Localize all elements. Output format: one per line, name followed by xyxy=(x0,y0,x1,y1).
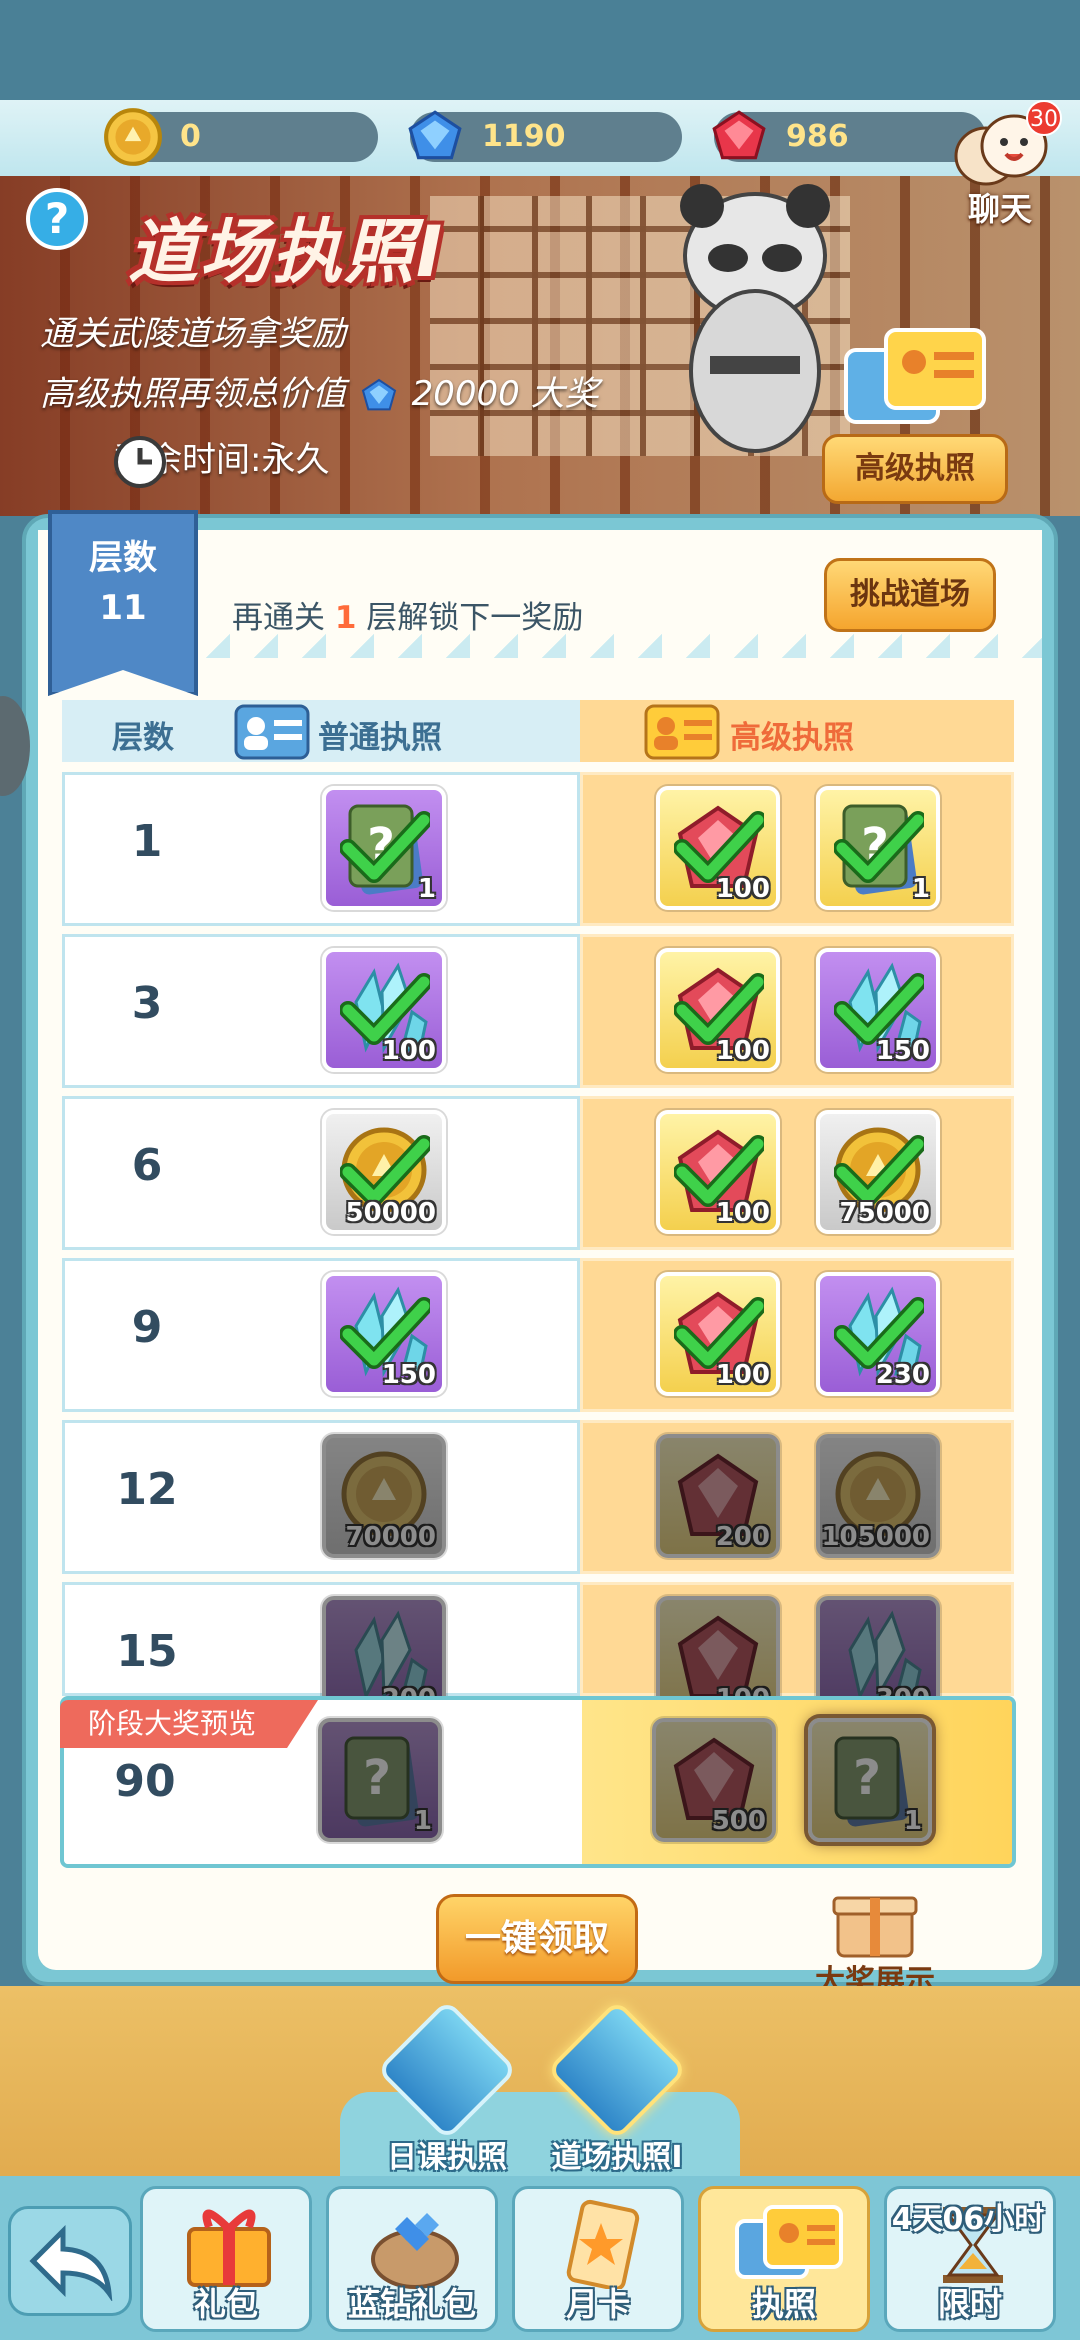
claim-all-button[interactable]: 一键领取 xyxy=(436,1894,638,1984)
reward-quantity: 500 xyxy=(711,1806,766,1836)
grand-prize-showcase-button[interactable]: 大奖展示 xyxy=(800,1880,950,1999)
crystal-icon xyxy=(848,1610,922,1696)
nav-label: 月卡 xyxy=(565,2285,630,2323)
row-items-clip: 200 100 300 xyxy=(0,0,1080,1696)
grand-prize-premium-cell xyxy=(582,1700,1012,1864)
back-arrow-icon xyxy=(29,2224,113,2301)
limited-timer: 4天06小时 xyxy=(891,2202,1045,2237)
gift-pack-icon xyxy=(187,2209,271,2287)
license-icon xyxy=(735,2205,843,2279)
reward-item-crystal[interactable]: 300 xyxy=(816,1596,940,1696)
reward-quantity: 1 xyxy=(413,1806,432,1836)
diamond-bag-icon xyxy=(371,2213,459,2289)
monthly-card-icon xyxy=(566,2199,640,2289)
nav-diamond-pack[interactable]: 蓝钻礼包 xyxy=(326,2186,498,2332)
crystal-icon xyxy=(354,1610,428,1696)
sub-tab-dojo-license[interactable]: 道场执照Ⅰ xyxy=(522,1999,712,2180)
reward-quantity: 300 xyxy=(876,1684,930,1696)
nav-license[interactable]: 执照 xyxy=(698,2186,870,2332)
reward-item-card[interactable]: ? 1 xyxy=(808,1718,932,1842)
nav-label: 执照 xyxy=(751,2285,816,2323)
reward-item-card[interactable]: ? 1 xyxy=(318,1718,442,1842)
gift-box-icon xyxy=(832,1896,918,1958)
nav-label: 蓝钻礼包 xyxy=(347,2285,476,2323)
sub-tab-label: 道场执照Ⅰ xyxy=(551,2140,683,2175)
grand-prize-tag: 阶段大奖预览 xyxy=(60,1700,318,1748)
reward-quantity: 200 xyxy=(382,1684,436,1696)
back-button[interactable] xyxy=(8,2206,132,2316)
license-tab-icon xyxy=(376,1999,518,2141)
svg-text:?: ? xyxy=(853,1750,881,1806)
ruby-icon xyxy=(677,1615,759,1696)
sub-tab-daily-license[interactable]: 日课执照 xyxy=(352,1999,542,2180)
nav-monthly-card[interactable]: 月卡 xyxy=(512,2186,684,2332)
reward-item-ruby[interactable]: 100 xyxy=(656,1596,780,1696)
license-tab-icon xyxy=(546,1999,688,2141)
sub-tab-label: 日课执照 xyxy=(387,2140,507,2175)
reward-item-ruby[interactable]: 500 xyxy=(652,1718,776,1842)
reward-quantity: 1 xyxy=(903,1806,922,1836)
nav-label: 限时 xyxy=(937,2285,1002,2323)
reward-quantity: 100 xyxy=(716,1684,770,1696)
svg-text:?: ? xyxy=(363,1750,391,1806)
reward-item-crystal[interactable]: 200 xyxy=(322,1596,446,1696)
grand-prize-floor: 90 xyxy=(114,1756,176,1807)
nav-label: 礼包 xyxy=(193,2285,258,2323)
nav-gift-pack[interactable]: 礼包 xyxy=(140,2186,312,2332)
